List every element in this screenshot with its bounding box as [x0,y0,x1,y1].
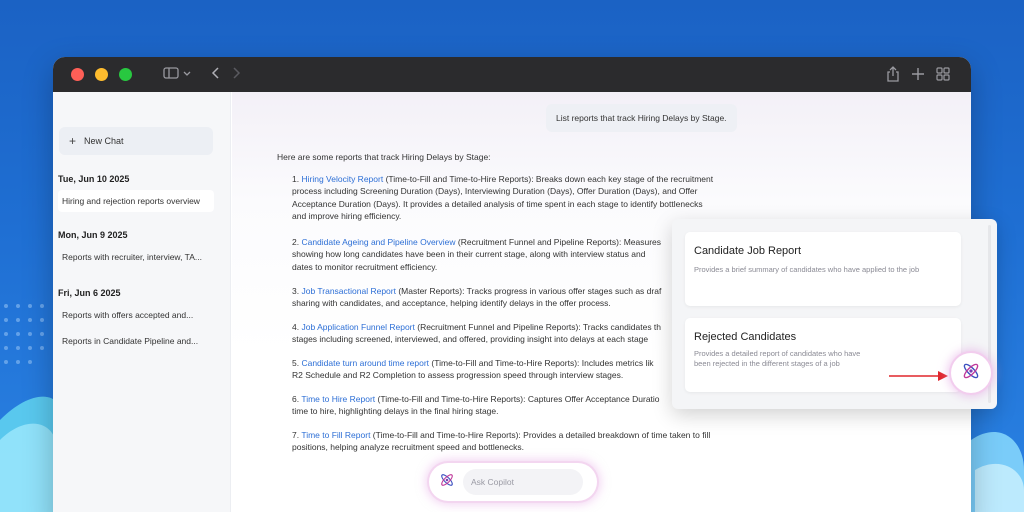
history-date-heading: Mon, Jun 9 2025 [58,230,128,240]
history-item[interactable]: Hiring and rejection reports overview [58,190,214,212]
report-list-item: 3. Job Transactional Report (Master Repo… [292,286,662,309]
report-link[interactable]: Candidate Ageing and Pipeline Overview [301,237,455,247]
report-link[interactable]: Hiring Velocity Report [301,174,383,184]
plus-icon: + [69,134,77,148]
title-bar [53,57,971,92]
copilot-atom-icon [961,361,981,386]
ask-copilot-bar: Ask Copilot [429,463,597,501]
back-icon[interactable] [211,66,221,85]
user-message-bubble: List reports that track Hiring Delays by… [546,104,737,132]
assistant-intro-text: Here are some reports that track Hiring … [277,152,491,162]
sidebar-toggle-icon[interactable] [163,66,179,85]
report-list-item: 1. Hiring Velocity Report (Time-to-Fill … [292,174,714,222]
report-link[interactable]: Time to Fill Report [301,430,370,440]
new-tab-icon[interactable] [911,66,925,87]
decorative-dots [4,304,44,364]
ask-copilot-input[interactable]: Ask Copilot [463,469,583,495]
history-item[interactable]: Reports in Candidate Pipeline and... [58,330,214,352]
minimize-window-button[interactable] [95,68,108,81]
chevron-down-icon[interactable] [183,66,191,85]
report-card-description: Provides a detailed report of candidates… [694,349,861,368]
report-link[interactable]: Time to Hire Report [301,394,375,404]
report-list-item: 4. Job Application Funnel Report (Recrui… [292,322,662,345]
history-item[interactable]: Reports with recruiter, interview, TA... [58,246,214,268]
report-list-item: 6. Time to Hire Report (Time-to-Fill and… [292,394,660,417]
report-card[interactable]: Candidate Job Report Provides a brief su… [685,232,961,306]
new-chat-label: New Chat [84,136,124,146]
report-list-item: 5. Candidate turn around time report (Ti… [292,358,654,381]
copilot-atom-icon[interactable] [439,472,455,493]
report-list-item: 7. Time to Fill Report (Time-to-Fill and… [292,430,711,453]
copilot-launcher-button[interactable] [951,353,991,393]
history-item[interactable]: Reports with offers accepted and... [58,304,214,326]
report-link[interactable]: Job Transactional Report [301,286,396,296]
close-window-button[interactable] [71,68,84,81]
history-date-heading: Fri, Jun 6 2025 [58,288,121,298]
tab-grid-icon[interactable] [936,66,950,87]
report-link[interactable]: Candidate turn around time report [301,358,429,368]
arrow-icon [889,371,948,381]
history-date-heading: Tue, Jun 10 2025 [58,174,130,184]
report-card-description: Provides a brief summary of candidates w… [694,265,920,274]
report-card-title: Rejected Candidates [694,331,797,343]
maximize-window-button[interactable] [119,68,132,81]
report-card-title: Candidate Job Report [694,245,802,257]
new-chat-button[interactable]: + New Chat [59,127,213,155]
forward-icon[interactable] [231,66,241,85]
chat-history-sidebar: + New Chat Tue, Jun 10 2025 Hiring and r… [53,92,231,512]
report-link[interactable]: Job Application Funnel Report [301,322,414,332]
report-list-item: 2. Candidate Ageing and Pipeline Overvie… [292,237,662,272]
share-icon[interactable] [886,66,900,87]
